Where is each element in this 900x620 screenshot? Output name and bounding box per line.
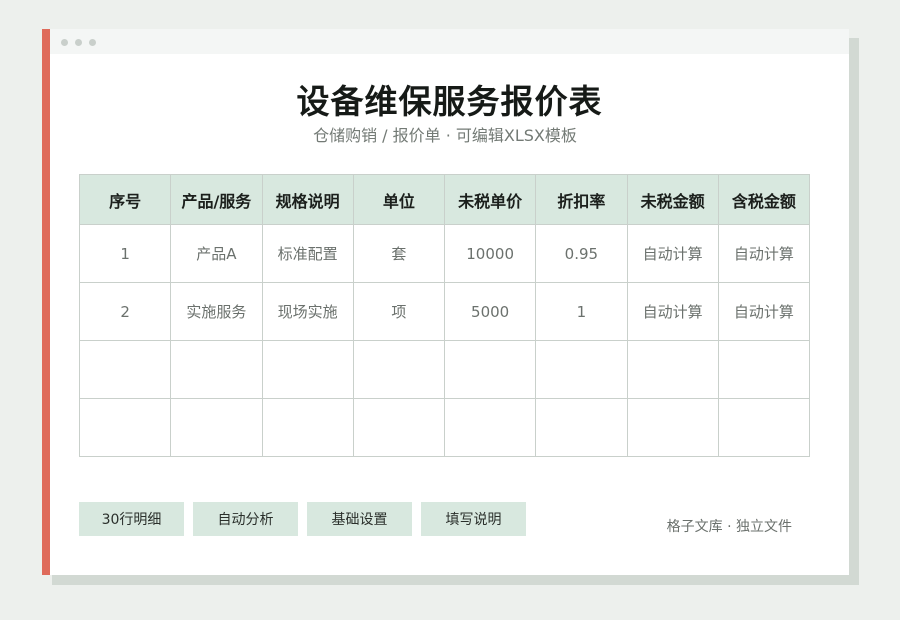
table-cell[interactable]: 0.95: [535, 224, 628, 283]
table-cell[interactable]: [717, 340, 811, 399]
table-cell[interactable]: [261, 340, 354, 399]
window-dot-icon: [75, 39, 82, 46]
table-cell[interactable]: 自动计算: [626, 282, 719, 341]
table-cell[interactable]: [352, 398, 446, 457]
table-cell[interactable]: [443, 340, 537, 399]
table-cell[interactable]: 5000: [443, 282, 537, 341]
table-cell[interactable]: [626, 398, 719, 457]
table-row: [78, 398, 811, 457]
quote-table: 序号 产品/服务 规格说明 单位 未税单价 折扣率 未税金额 含税金额 1 产品…: [78, 174, 811, 457]
fill-instructions-button[interactable]: 填写说明: [421, 502, 526, 536]
quote-card: 设备维保服务报价表 仓储购销 / 报价单 · 可编辑XLSX模板 序号 产品/服…: [50, 29, 849, 575]
table-cell[interactable]: 自动计算: [717, 224, 811, 283]
table-cell[interactable]: [78, 398, 172, 457]
table-cell[interactable]: 标准配置: [261, 224, 354, 283]
table-cell[interactable]: 2: [78, 282, 172, 341]
table-cell[interactable]: 套: [352, 224, 446, 283]
window-dot-icon: [89, 39, 96, 46]
table-cell[interactable]: 现场实施: [261, 282, 354, 341]
footer-note: 格子文库 · 独立文件: [666, 519, 792, 535]
column-header-unit-price: 未税单价: [443, 174, 537, 225]
table-cell[interactable]: 自动计算: [626, 224, 719, 283]
column-header-index: 序号: [78, 174, 172, 225]
table-cell[interactable]: [626, 340, 719, 399]
base-settings-button[interactable]: 基础设置: [307, 502, 412, 536]
rows-detail-button[interactable]: 30行明细: [79, 502, 184, 536]
table-row: 2 实施服务 现场实施 项 5000 1 自动计算 自动计算: [78, 282, 811, 341]
table-cell[interactable]: [78, 340, 172, 399]
table-cell[interactable]: 1: [78, 224, 172, 283]
auto-analysis-button[interactable]: 自动分析: [193, 502, 298, 536]
column-header-product: 产品/服务: [170, 174, 263, 225]
table-cell[interactable]: [535, 340, 628, 399]
page-title: 设备维保服务报价表: [296, 82, 603, 121]
table-cell[interactable]: [170, 398, 263, 457]
table-cell[interactable]: 1: [535, 282, 628, 341]
table-cell[interactable]: 实施服务: [170, 282, 263, 341]
table-cell[interactable]: 产品A: [170, 224, 263, 283]
table-cell[interactable]: [535, 398, 628, 457]
table-cell[interactable]: [443, 398, 537, 457]
table-row: 1 产品A 标准配置 套 10000 0.95 自动计算 自动计算: [78, 224, 811, 283]
table-cell[interactable]: 自动计算: [717, 282, 811, 341]
column-header-taxed-amount: 含税金额: [717, 174, 811, 225]
window-titlebar: [50, 29, 849, 54]
accent-bar: [42, 29, 50, 575]
table-row: [78, 340, 811, 399]
table-cell[interactable]: [717, 398, 811, 457]
page-subtitle: 仓储购销 / 报价单 · 可编辑XLSX模板: [313, 126, 577, 145]
table-cell[interactable]: [170, 340, 263, 399]
table-cell[interactable]: [261, 398, 354, 457]
table-cell[interactable]: 项: [352, 282, 446, 341]
table-cell[interactable]: 10000: [443, 224, 537, 283]
table-header-row: 序号 产品/服务 规格说明 单位 未税单价 折扣率 未税金额 含税金额: [78, 174, 811, 225]
window-dot-icon: [61, 39, 68, 46]
column-header-unit: 单位: [352, 174, 446, 225]
column-header-discount: 折扣率: [535, 174, 628, 225]
table-cell[interactable]: [352, 340, 446, 399]
column-header-spec: 规格说明: [261, 174, 354, 225]
column-header-pretax-amount: 未税金额: [626, 174, 719, 225]
